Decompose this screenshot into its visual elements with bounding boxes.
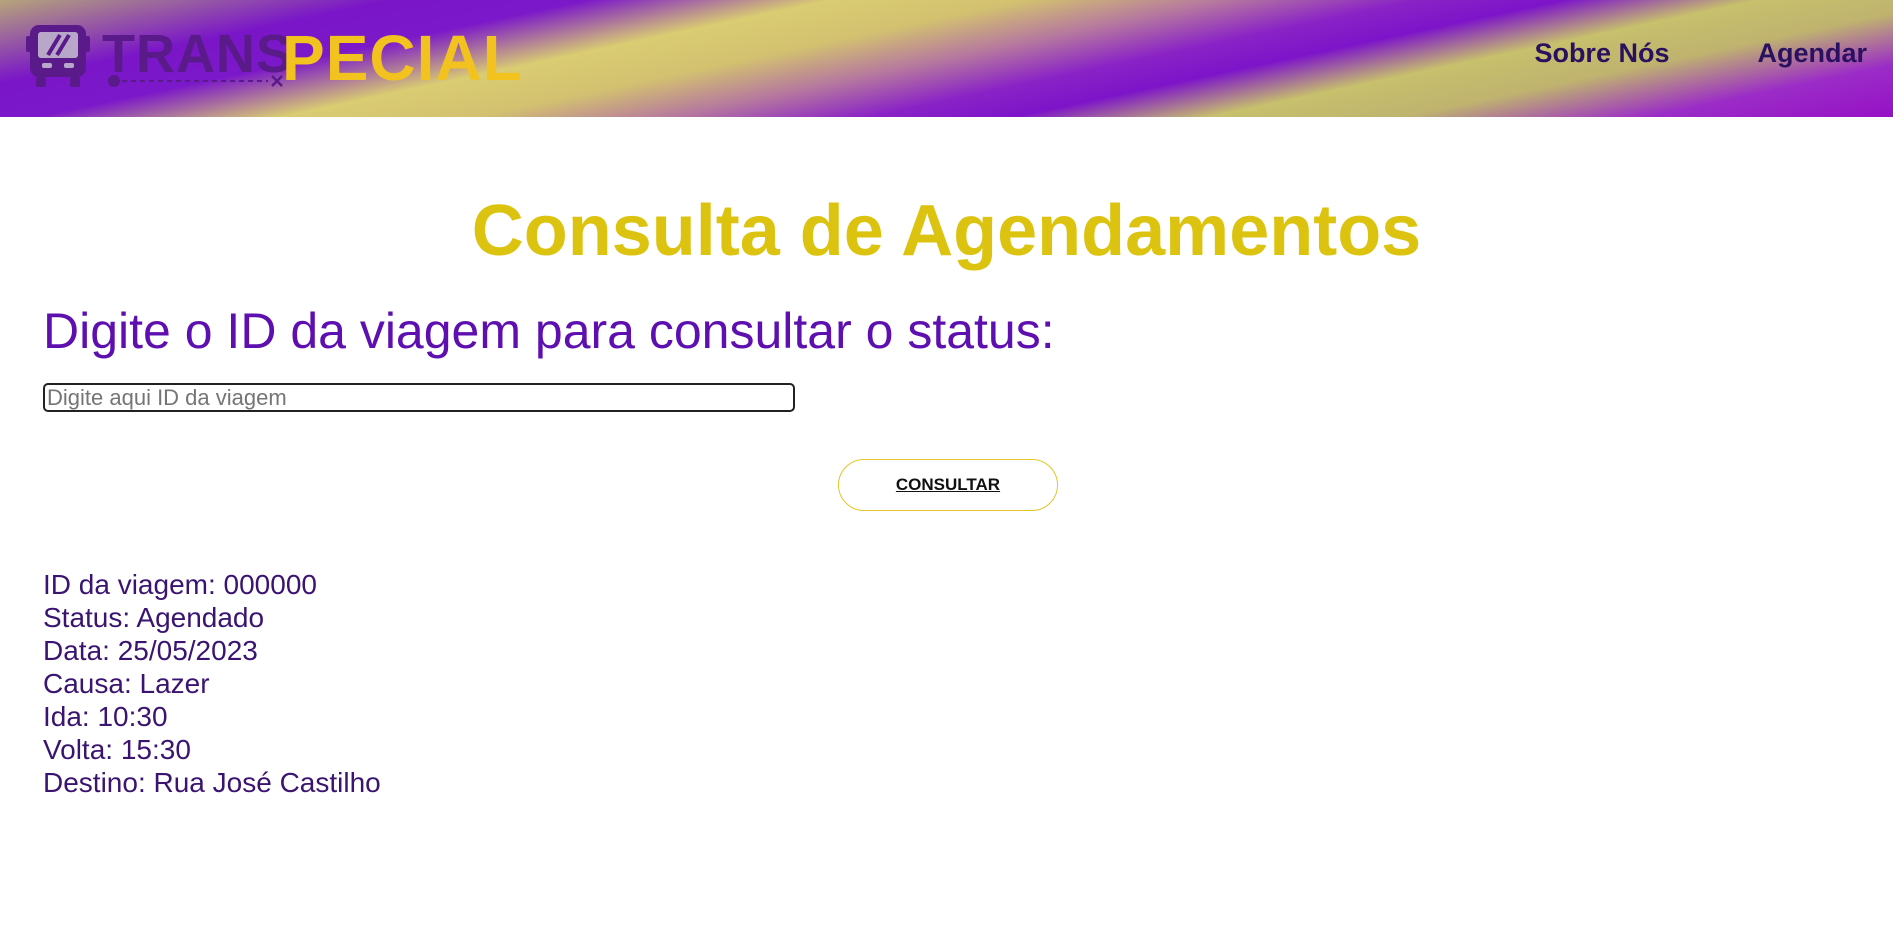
result-destination: Destino: Rua José Castilho — [43, 767, 381, 798]
trip-id-input[interactable] — [43, 383, 795, 412]
bus-icon — [26, 25, 90, 87]
result-cause: Causa: Lazer — [43, 668, 210, 699]
nav-link-agendar[interactable]: Agendar — [1757, 38, 1867, 69]
main-nav: Sobre Nós Agendar — [1534, 38, 1867, 69]
search-instructions: Digite o ID da viagem para consultar o s… — [43, 303, 1055, 359]
site-header: TRANS PECIAL Sobre Nós Agendar — [0, 0, 1893, 117]
result-date: Data: 25/05/2023 — [43, 635, 258, 666]
result-return-time: Volta: 15:30 — [43, 734, 191, 765]
site-logo[interactable]: TRANS PECIAL — [26, 16, 546, 92]
result-status: Status: Agendado — [43, 602, 265, 633]
logo-word-pecial: PECIAL — [282, 22, 523, 94]
trip-result: ID da viagem: 000000 Status: Agendado Da… — [43, 568, 381, 799]
result-outbound-time: Ida: 10:30 — [43, 701, 168, 732]
consultar-button[interactable]: CONSULTAR — [838, 459, 1058, 511]
result-trip-id: ID da viagem: 000000 — [43, 569, 317, 600]
route-line-icon — [108, 75, 283, 87]
page-title: Consulta de Agendamentos — [471, 191, 1422, 271]
nav-link-sobre-nos[interactable]: Sobre Nós — [1534, 38, 1669, 69]
